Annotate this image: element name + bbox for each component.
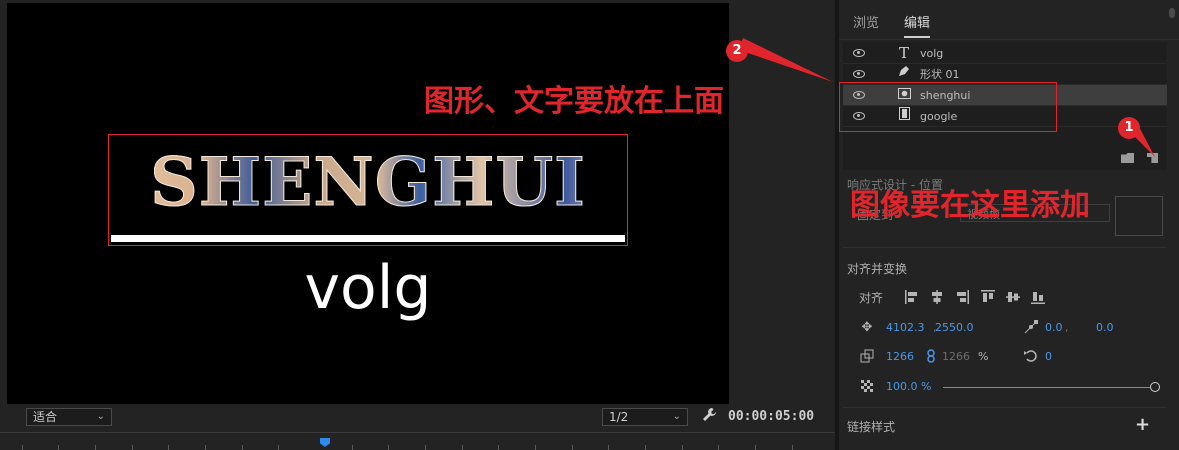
add-style-button[interactable]: + bbox=[1135, 414, 1150, 435]
opacity-slider-knob[interactable] bbox=[1150, 382, 1160, 392]
text-icon: T bbox=[898, 44, 909, 62]
annotation-side: 图像要在这里添加 bbox=[850, 188, 1090, 223]
eye-icon[interactable] bbox=[853, 70, 865, 78]
position-x[interactable]: 4102.3 bbox=[886, 321, 925, 334]
divider bbox=[843, 407, 1167, 408]
opacity-row: 100.0 % bbox=[839, 378, 1179, 396]
anchor-separator: , bbox=[1065, 321, 1069, 334]
pin-position-widget[interactable] bbox=[1115, 196, 1163, 236]
align-right-icon[interactable] bbox=[954, 289, 970, 305]
resolution-select[interactable]: 1/2 ⌄ bbox=[602, 408, 688, 426]
scrollbar-thumb[interactable] bbox=[1169, 8, 1175, 18]
rotation-value[interactable]: 0 bbox=[1045, 350, 1052, 363]
essential-graphics-panel: 浏览 编辑 T volg 形状 01 shenghui google 响应式设计… bbox=[839, 0, 1179, 450]
layer-row-volg[interactable]: T volg bbox=[843, 43, 1167, 64]
align-left-icon[interactable] bbox=[904, 289, 920, 305]
time-ruler[interactable] bbox=[0, 432, 835, 450]
scale-row: 1266 1266 % 0 bbox=[839, 348, 1179, 366]
fit-select-value: 适合 bbox=[33, 410, 58, 424]
link-styles-heading: 链接样式 bbox=[847, 420, 896, 434]
move-icon: ✥ bbox=[861, 320, 873, 335]
panel-tabs: 浏览 编辑 bbox=[839, 0, 1179, 40]
chevron-down-icon: ⌄ bbox=[672, 411, 681, 422]
monitor-toolbar: 适合 ⌄ 1/2 ⌄ 00:00:05:00 bbox=[0, 405, 835, 429]
tab-edit[interactable]: 编辑 bbox=[904, 12, 931, 38]
rotate-icon bbox=[1023, 349, 1039, 367]
selection-box: SHENGHUI bbox=[108, 134, 628, 246]
opacity-icon bbox=[859, 379, 875, 397]
timecode[interactable]: 00:00:05:00 bbox=[728, 409, 814, 424]
link-icon[interactable] bbox=[923, 349, 939, 367]
title-graphic-text: SHENGHUI bbox=[109, 143, 627, 222]
scale-width[interactable]: 1266 bbox=[886, 350, 914, 363]
badge-2: 2 bbox=[726, 40, 748, 62]
program-monitor: SHENGHUI volg 图形、文字要放在上面 适合 ⌄ 1/2 ⌄ 00:0… bbox=[0, 0, 835, 450]
anchor-icon bbox=[1023, 320, 1039, 338]
divider bbox=[843, 247, 1167, 248]
layer-name: volg bbox=[920, 47, 944, 60]
align-center-h-icon[interactable] bbox=[929, 289, 945, 305]
scale-height[interactable]: 1266 bbox=[942, 350, 970, 363]
video-frame[interactable]: SHENGHUI volg bbox=[7, 3, 729, 404]
scale-icon bbox=[859, 349, 875, 367]
fit-select[interactable]: 适合 ⌄ bbox=[26, 408, 112, 426]
wrench-icon[interactable] bbox=[702, 407, 718, 423]
align-row: 对齐 bbox=[839, 287, 1179, 307]
chevron-down-icon: ⌄ bbox=[96, 411, 105, 422]
resolution-select-value: 1/2 bbox=[609, 410, 629, 424]
align-label: 对齐 bbox=[859, 291, 884, 305]
position-row: ✥ 4102.3 , 2550.0 0.0 , 0.0 bbox=[839, 319, 1179, 337]
opacity-value[interactable]: 100.0 % bbox=[886, 380, 931, 393]
position-y[interactable]: 2550.0 bbox=[935, 321, 974, 334]
opacity-slider[interactable] bbox=[943, 387, 1153, 388]
badge-1: 1 bbox=[1118, 117, 1140, 139]
scale-unit: % bbox=[978, 350, 989, 363]
annotation-highlight-box bbox=[839, 82, 1057, 132]
align-transform-heading: 对齐并变换 bbox=[847, 262, 908, 276]
annotation-top: 图形、文字要放在上面 bbox=[424, 84, 724, 119]
align-center-v-icon[interactable] bbox=[1005, 289, 1021, 305]
tab-browse[interactable]: 浏览 bbox=[853, 12, 879, 31]
title-underline-shape bbox=[111, 235, 625, 242]
volg-text: volg bbox=[304, 253, 432, 323]
align-top-icon[interactable] bbox=[980, 289, 996, 305]
align-bottom-icon[interactable] bbox=[1030, 289, 1046, 305]
anchor-x[interactable]: 0.0 bbox=[1045, 321, 1063, 334]
eye-icon[interactable] bbox=[853, 49, 865, 57]
anchor-y[interactable]: 0.0 bbox=[1096, 321, 1114, 334]
